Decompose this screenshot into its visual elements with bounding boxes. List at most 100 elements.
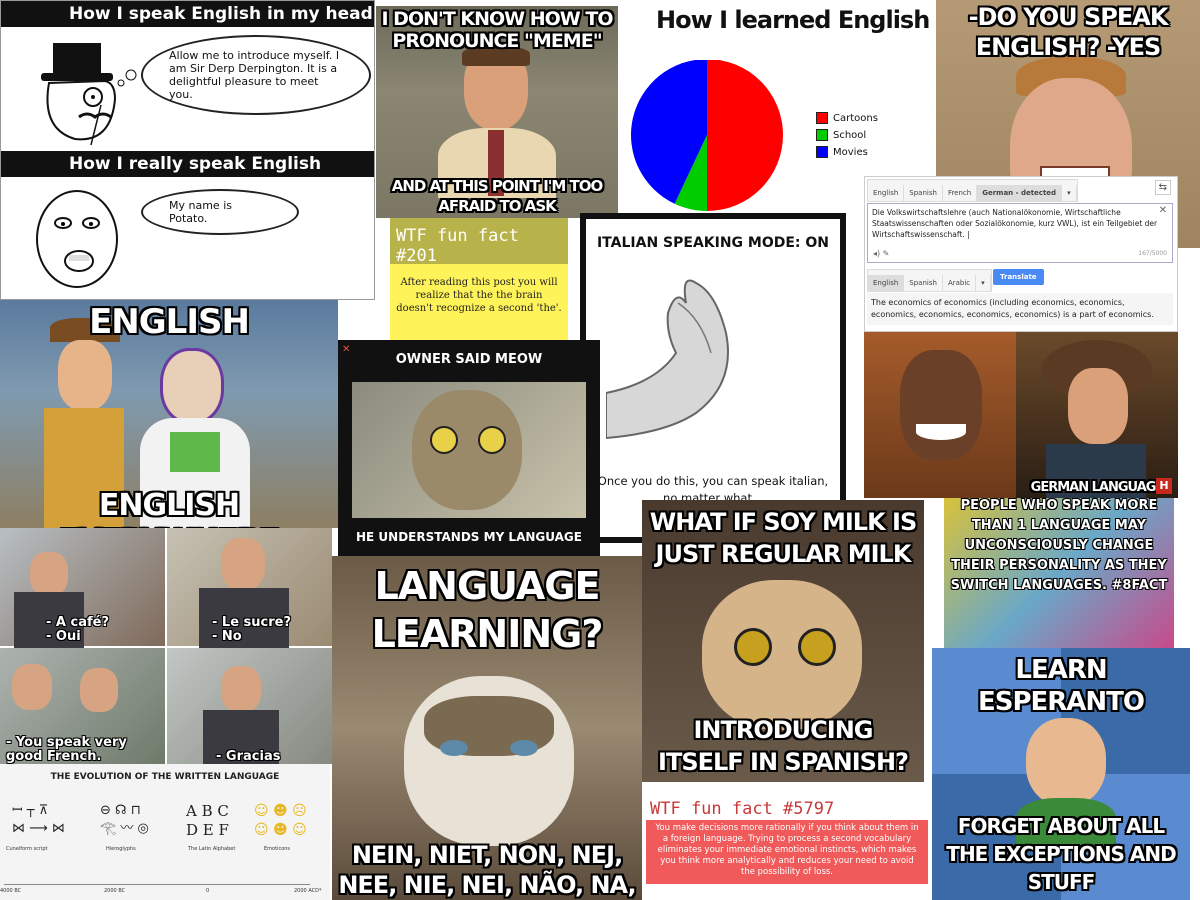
glyph-emoticons: ☺ ☻ ☹ ☺ ☻ ☺	[254, 803, 307, 838]
owner-said-meow-meme: ✕ OWNER SAID MEOW HE UNDERSTANDS MY LANG…	[338, 340, 600, 556]
fact-body: After reading this post you will realize…	[396, 277, 562, 314]
italian-speaking-mode: ITALIAN SPEAKING MODE: ON Once you do th…	[580, 213, 846, 543]
surprised-cat-photo	[682, 560, 882, 740]
italian-title: ITALIAN SPEAKING MODE: ON	[596, 235, 830, 251]
german-language-meme: GERMAN LANGUAGE H	[864, 332, 1178, 498]
google-translate-screenshot: English Spanish French German - detected ▾ ⇆…	[864, 176, 1178, 332]
glyph-cuneiform: ꟷ ┬ ⊼ ⋈ ⟶ ⋈	[12, 803, 65, 836]
translate-button[interactable]: Translate	[993, 269, 1044, 285]
glyph-latin: A B C D E F	[186, 802, 229, 839]
source-language-tabs: English Spanish French German - detected ▾	[867, 179, 1078, 202]
wtf-fun-fact-201: WTF fun fact #201 After reading this pos…	[390, 218, 568, 340]
bean-subtitle-1: - A café? - Oui	[46, 615, 110, 644]
cat-photo	[352, 382, 586, 518]
pinched-fingers-hand-icon	[606, 279, 729, 440]
bottom-caption: INTRODUCING ITSELF IN SPANISH?	[658, 716, 909, 776]
bean-subtitle-4: - Gracias	[216, 749, 281, 764]
english-everywhere-meme: ENGLISH ENGLISH EVERYWHERE	[0, 300, 338, 528]
bubble-text-potato: My name is Potato.	[169, 199, 232, 225]
evolution-written-language: THE EVOLUTION OF THE WRITTEN LANGUAGE ꟷ …	[0, 764, 330, 900]
legend-label: School	[833, 129, 867, 141]
label-cuneiform: Cuneiform script	[6, 846, 48, 852]
cat-title: OWNER SAID MEOW	[395, 352, 543, 367]
tab-src-french[interactable]: French	[943, 185, 978, 201]
pie-legend: Cartoons School Movies	[816, 112, 878, 163]
source-text: Die Volkswirtschaftslehre (auch National…	[872, 208, 1158, 239]
cat-bottom: HE UNDERSTANDS MY LANGUAGE	[356, 530, 582, 544]
grumpy-cat-photo	[394, 656, 584, 856]
translation-output: The economics of economics (including ec…	[867, 293, 1173, 325]
wtf-fun-fact-5797: WTF fun fact #5797 You make decisions mo…	[646, 798, 928, 884]
tab-tgt-english[interactable]: English	[868, 275, 905, 291]
chevron-down-icon[interactable]: ▾	[976, 275, 991, 291]
fact-body: You make decisions more rationally if yo…	[655, 823, 919, 877]
legend-swatch	[816, 146, 828, 158]
close-icon[interactable]: ✕	[1159, 205, 1167, 216]
tab-tgt-arabic[interactable]: Arabic	[943, 275, 977, 291]
bubble-text: Allow me to introduce myself. I am Sir D…	[169, 49, 340, 101]
xzibit-caption: GERMAN LANGUAGE	[1030, 480, 1165, 495]
legend-item-school: School	[816, 129, 878, 141]
pie-slice-cartoons	[707, 60, 783, 211]
top-hat-rage-face-icon	[41, 43, 137, 146]
speech-bubble-potato: My name is Potato.	[141, 189, 299, 235]
real-title: How I really speak English	[1, 151, 374, 177]
swap-languages-icon[interactable]: ⇆	[1154, 180, 1171, 195]
history-channel-logo-icon: H	[1156, 478, 1172, 494]
timeline-axis	[4, 884, 310, 885]
year-0: 0	[206, 888, 210, 894]
meme-pronounce-meme: I DON'T KNOW HOW TO PRONOUNCE "MEME" AND…	[376, 6, 618, 218]
source-textarea[interactable]: Die Volkswirtschaftslehre (auch National…	[867, 203, 1173, 263]
man-photo	[438, 46, 556, 198]
chevron-down-icon[interactable]: ▾	[1062, 185, 1077, 201]
evolution-title: THE EVOLUTION OF THE WRITTEN LANGUAGE	[50, 772, 280, 782]
fact-heading: WTF fun fact #201	[390, 218, 568, 266]
top-caption: LEARN ESPERANTO	[977, 655, 1145, 717]
bean-subtitle-2: - Le sucre? - No	[212, 615, 292, 644]
head-title: How I speak English in my head	[1, 1, 374, 27]
year-2000acd: 2000 ACD*	[294, 888, 322, 894]
pie-chart	[631, 60, 783, 211]
tab-src-english[interactable]: English	[868, 185, 905, 201]
label-hieroglyphs: Hieroglyphs	[106, 846, 136, 852]
multilingual-text: PEOPLE WHO SPEAK MORE THAN 1 LANGUAGE MA…	[950, 498, 1168, 593]
bean-subtitle-3: - You speak very good French.	[6, 735, 127, 764]
tab-tgt-spanish[interactable]: Spanish	[904, 275, 943, 291]
bean-panel-4	[167, 648, 332, 764]
bottom-caption: AND AT THIS POINT I'M TOO AFRAID TO ASK	[391, 177, 604, 215]
xzibit-photo	[864, 332, 1016, 498]
alien-guy-photo	[1016, 332, 1178, 498]
multilingual-personality-fact: PEOPLE WHO SPEAK MORE THAN 1 LANGUAGE MA…	[944, 498, 1174, 648]
legend-label: Cartoons	[833, 112, 878, 124]
learn-esperanto-meme: LEARN ESPERANTO FORGET ABOUT ALL THE EXC…	[932, 648, 1190, 900]
fact-heading: WTF fun fact #5797	[646, 798, 928, 820]
bottom-caption: ENGLISH EVERYWHERE	[59, 488, 280, 528]
top-caption: -DO YOU SPEAK ENGLISH? -YES	[968, 3, 1169, 61]
legend-swatch	[816, 112, 828, 124]
grumpy-cat-meme: LANGUAGE LEARNING? NEIN, NIET, NON, NEJ,…	[332, 556, 642, 900]
soy-milk-cat-meme: WHAT IF SOY MILK IS JUST REGULAR MILK IN…	[642, 500, 924, 782]
year-2000bc: 2000 BC	[104, 888, 126, 894]
sir-derp-meme: How I speak English in my head Allow me …	[0, 0, 375, 300]
top-caption: ENGLISH	[89, 302, 250, 342]
char-count: 167/5000	[1138, 250, 1167, 257]
tab-src-spanish[interactable]: Spanish	[904, 185, 943, 201]
speech-bubble-fancy: Allow me to introduce myself. I am Sir D…	[141, 35, 371, 115]
bottom-caption: FORGET ABOUT ALL THE EXCEPTIONS AND STUF…	[946, 814, 1176, 894]
mr-bean-french-meme: - A café? - Oui - Le sucre? - No - You s…	[0, 528, 332, 764]
legend-label: Movies	[833, 146, 868, 158]
legend-item-movies: Movies	[816, 146, 878, 158]
speaker-icon[interactable]: ◂) ✎	[873, 249, 889, 258]
tab-src-detected[interactable]: German - detected	[977, 185, 1063, 201]
top-caption: LANGUAGE LEARNING?	[371, 564, 604, 656]
legend-item-cartoons: Cartoons	[816, 112, 878, 124]
label-emoticons: Emoticons	[264, 846, 291, 852]
derp-face-icon	[36, 190, 118, 288]
glyph-hieroglyphs: ⊖ ☊ ⊓ 𓂀 〰 ◎	[100, 803, 149, 836]
top-caption: I DON'T KNOW HOW TO PRONOUNCE "MEME"	[381, 8, 614, 52]
legend-swatch	[816, 129, 828, 141]
top-caption: WHAT IF SOY MILK IS JUST REGULAR MILK	[649, 508, 918, 568]
year-4000bc: 4000 BC	[0, 888, 22, 894]
target-language-tabs: English Spanish Arabic ▾	[867, 269, 992, 292]
label-latin: The Latin Alphabet	[188, 846, 236, 852]
